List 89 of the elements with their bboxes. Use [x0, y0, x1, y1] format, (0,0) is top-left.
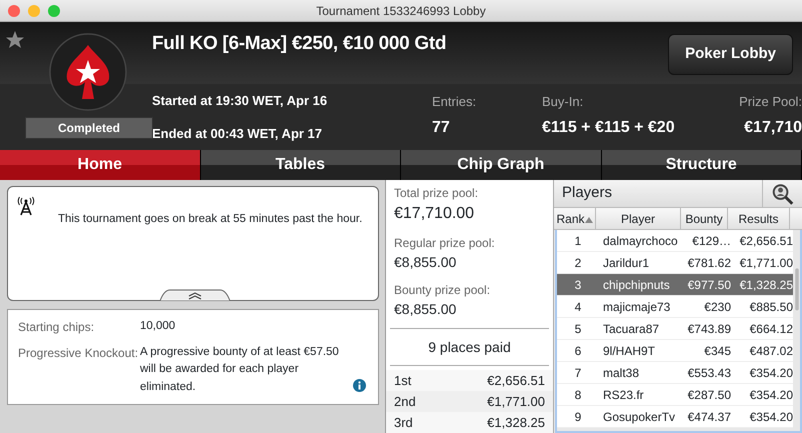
- payout-amount: €1,328.25: [487, 414, 545, 432]
- payout-place: 2nd: [394, 392, 416, 411]
- tab[interactable]: Tables: [200, 150, 401, 180]
- places-paid: 9 places paid: [428, 338, 511, 357]
- stat-value: €115 + €115 + €20: [542, 118, 676, 138]
- player-row[interactable]: 6 9l/HAH9T €345 €487.02: [557, 340, 793, 362]
- break-notice: This tournament goes on break at 55 minutes past the hour.: [58, 212, 362, 227]
- player-cell-text: 8: [574, 386, 582, 404]
- prize-pool-value: €8,855.00: [394, 300, 458, 319]
- player-cell-text: €977.50: [686, 276, 731, 294]
- player-cell-text: €664.12: [748, 320, 793, 338]
- player-cell-text: 2: [574, 254, 582, 272]
- player-cell-text: malt38: [602, 364, 640, 382]
- sort-ascending-icon: [584, 216, 592, 223]
- players-heading: Players: [562, 183, 612, 204]
- player-cell-text: €2,656.51: [738, 232, 793, 250]
- player-cell-text: €1,771.00: [738, 254, 793, 272]
- player-cell-text: 9l/HAH9T: [602, 342, 656, 360]
- player-cell-text: €474.37: [686, 408, 731, 426]
- player-cell-text: €487.02: [748, 342, 793, 360]
- player-cell-text: GosupokerTv: [602, 408, 676, 426]
- prize-pool-label: Bounty prize pool:: [394, 282, 492, 299]
- player-cell-text: €354.20: [748, 364, 793, 382]
- player-cell-text: €230: [703, 298, 731, 316]
- end-time: Ended at 00:43 WET, Apr 17: [152, 124, 324, 143]
- player-cell-text: €129…: [691, 232, 731, 250]
- payout-place: 1st: [394, 372, 412, 390]
- player-cell-text: 6: [574, 342, 582, 360]
- player-row[interactable]: 7 malt38 €553.43 €354.20: [557, 362, 793, 384]
- column-header[interactable]: Results: [728, 208, 790, 229]
- player-cell-text: €1,328.25: [738, 276, 793, 294]
- status-ribbon: Completed: [25, 117, 153, 139]
- detail-value: A progressive bounty of at least €57.50 will be awarded for each player eliminated.: [140, 345, 340, 394]
- stat-label: Entries:: [432, 93, 478, 111]
- player-cell-text: 7: [574, 364, 582, 382]
- player-cell-text: €354.20: [748, 408, 793, 426]
- payout-amount: €1,771.00: [487, 392, 545, 411]
- player-row[interactable]: 1 dalmayrchoco €129… €2,656.51: [557, 230, 793, 252]
- detail-label: Progressive Knockout:: [18, 345, 140, 362]
- start-time: Started at 19:30 WET, Apr 16: [152, 92, 328, 110]
- player-cell-text: 4: [574, 298, 582, 316]
- payout-amount: €2,656.51: [487, 372, 545, 390]
- player-row[interactable]: 4 majicmaje73 €230 €885.50: [557, 296, 793, 318]
- star-icon[interactable]: [5, 30, 25, 50]
- player-cell-text: €287.50: [686, 386, 731, 404]
- broadcast-tower-icon: [17, 196, 35, 216]
- player-row[interactable]: 3 chipchipnuts €977.50 €1,328.25: [557, 274, 793, 296]
- column-header[interactable]: Bounty: [681, 208, 728, 229]
- window-title: Tournament 1533246993 Lobby: [316, 4, 486, 18]
- poker-lobby-button[interactable]: Poker Lobby: [668, 34, 793, 74]
- prize-pool-value: €17,710.00: [394, 204, 476, 224]
- collapse-tab[interactable]: [160, 289, 230, 301]
- player-cell-text: 3: [574, 276, 582, 294]
- stat-value: €17,710: [744, 118, 802, 138]
- player-cell-text: Jarildur1: [602, 254, 650, 272]
- column-header[interactable]: Player: [596, 208, 681, 229]
- player-row[interactable]: 9 GosupokerTv €474.37 €354.20: [557, 406, 793, 428]
- player-cell-text: €345: [703, 342, 731, 360]
- player-cell-text: majicmaje73: [602, 298, 672, 316]
- player-cell-text: dalmayrchoco: [602, 232, 679, 250]
- player-row[interactable]: 8 RS23.fr €287.50 €354.20: [557, 384, 793, 406]
- detail-label: Starting chips:: [18, 319, 96, 336]
- player-cell-text: €743.89: [686, 320, 731, 338]
- prize-pool-label: Regular prize pool:: [394, 235, 496, 252]
- player-cell-text: €885.50: [748, 298, 793, 316]
- column-header[interactable]: Rank: [554, 208, 596, 229]
- stat-value: 77: [432, 118, 451, 138]
- player-cell-text: 1: [574, 232, 582, 250]
- prize-pool-label: Total prize pool:: [394, 185, 480, 202]
- tournament-title: Full KO [6-Max] €250, €10 000 Gtd: [152, 32, 446, 56]
- stat-label: Buy-In:: [542, 93, 584, 111]
- player-cell-text: 9: [574, 408, 582, 426]
- player-cell-text: 5: [574, 320, 582, 338]
- player-row[interactable]: 2 Jarildur1 €781.62 €1,771.00: [557, 252, 793, 274]
- player-cell-text: RS23.fr: [602, 386, 645, 404]
- tab[interactable]: Chip Graph: [401, 150, 602, 180]
- player-cell-text: €553.43: [686, 364, 731, 382]
- player-cell-text: €354.20: [748, 386, 793, 404]
- info-icon[interactable]: [353, 378, 366, 392]
- payout-place: 3rd: [394, 414, 413, 432]
- player-cell-text: Tacuara87: [602, 320, 660, 338]
- player-row[interactable]: 5 Tacuara87 €743.89 €664.12: [557, 318, 793, 340]
- stat-label: Prize Pool:: [739, 93, 802, 111]
- player-cell-text: €781.62: [686, 254, 731, 272]
- player-cell-text: chipchipnuts: [602, 276, 671, 294]
- tab[interactable]: Home: [0, 150, 200, 180]
- prize-pool-value: €8,855.00: [394, 253, 458, 272]
- tab[interactable]: Structure: [602, 150, 802, 180]
- detail-value: 10,000: [140, 319, 176, 334]
